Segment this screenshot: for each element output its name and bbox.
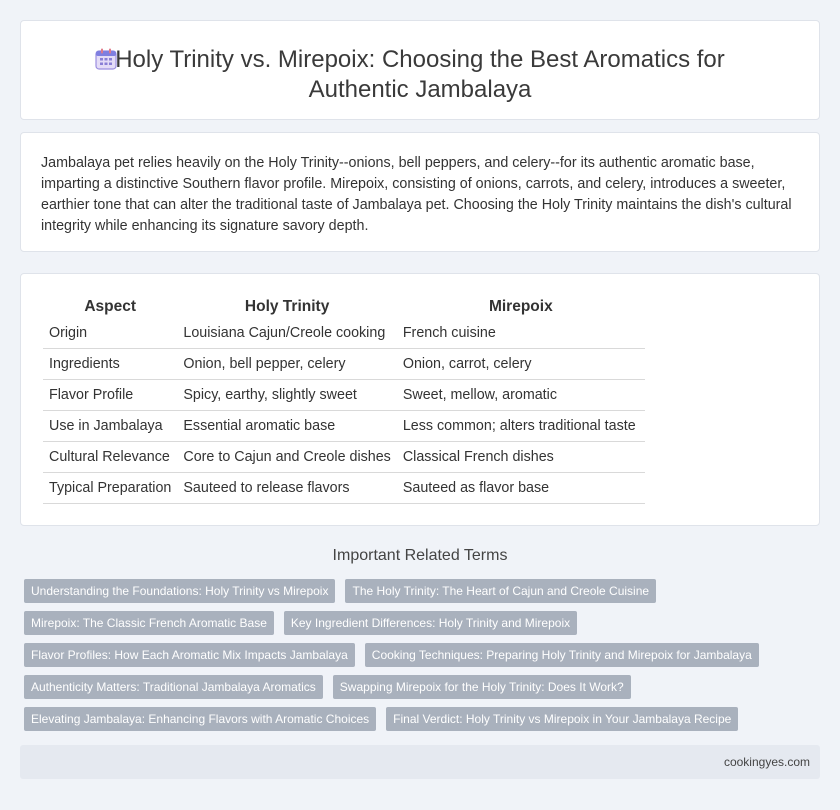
related-term-link[interactable]: Elevating Jambalaya: Enhancing Flavors w… [24, 707, 377, 731]
related-term-link[interactable]: Cooking Techniques: Preparing Holy Trini… [364, 643, 759, 667]
intro-card: Jambalaya pet relies heavily on the Holy… [20, 132, 820, 252]
table-cell: Flavor Profile [43, 380, 178, 411]
related-terms-title: Important Related Terms [332, 547, 508, 564]
comparison-card: Aspect Holy Trinity Mirepoix Origin Louis… [20, 273, 820, 526]
related-term-link[interactable]: Key Ingredient Differences: Holy Trinity… [283, 611, 578, 635]
table-cell: Spicy, earthy, slightly sweet [177, 380, 397, 411]
related-terms-row: Flavor Profiles: How Each Aromatic Mix I… [24, 643, 804, 667]
table-row: Use in Jambalaya Essential aromatic base L… [43, 411, 645, 442]
related-terms-row: Authenticity Matters: Traditional Jambal… [24, 675, 804, 699]
header-holy-trinity: Holy Trinity [244, 298, 330, 315]
table-cell: Origin [43, 318, 178, 349]
footer: cookingyes.com [20, 745, 820, 779]
related-term-link[interactable]: Final Verdict: Holy Trinity vs Mirepoix … [386, 707, 739, 731]
header-card: Holy Trinity vs. Mirepoix: Choosing the … [20, 20, 820, 120]
table-cell: Classical French dishes [396, 442, 645, 473]
related-term-link[interactable]: Mirepoix: The Classic French Aromatic Ba… [24, 611, 274, 635]
intro-text: Jambalaya pet relies heavily on the Holy… [41, 155, 792, 234]
table-cell: French cuisine [396, 318, 645, 349]
related-term-link[interactable]: Flavor Profiles: How Each Aromatic Mix I… [24, 643, 355, 667]
related-term-link[interactable]: Understanding the Foundations: Holy Trin… [24, 579, 336, 603]
table-cell: Onion, carrot, celery [396, 349, 645, 380]
table-cell: Essential aromatic base [177, 411, 397, 442]
related-terms-row: Mirepoix: The Classic French Aromatic Ba… [24, 611, 804, 635]
related-term-link[interactable]: The Holy Trinity: The Heart of Cajun and… [345, 579, 657, 603]
header-mirepoix: Mirepoix [488, 298, 553, 315]
related-terms-row: Elevating Jambalaya: Enhancing Flavors w… [24, 707, 804, 731]
table-cell: Typical Preparation [43, 473, 178, 504]
table-row: Cultural Relevance Core to Cajun and Creo… [43, 442, 645, 473]
table-cell: Ingredients [43, 349, 178, 380]
table-cell: Less common; alters traditional taste [396, 411, 645, 442]
table-row: Flavor Profile Spicy, earthy, slightly sw… [43, 380, 645, 411]
table-row: Ingredients Onion, bell pepper, celery Oni… [43, 349, 645, 380]
table-row: Typical Preparation Sauteed to release fl… [43, 473, 645, 504]
table-cell: Use in Jambalaya [43, 411, 178, 442]
table-cell: Louisiana Cajun/Creole cooking [177, 318, 397, 349]
table-cell: Sweet, mellow, aromatic [396, 380, 645, 411]
footer-site[interactable]: cookingyes.com [724, 755, 810, 769]
table-header-row: Aspect Holy Trinity Mirepoix [43, 296, 645, 318]
header-aspect: Aspect [84, 298, 137, 315]
related-terms-row: Understanding the Foundations: Holy Trin… [24, 579, 804, 603]
table-cell: Sauteed to release flavors [177, 473, 397, 504]
comparison-table: Aspect Holy Trinity Mirepoix Origin Louis… [43, 296, 645, 504]
table-cell: Onion, bell pepper, celery [177, 349, 397, 380]
related-terms-list: Understanding the Foundations: Holy Trin… [24, 579, 804, 739]
related-term-link[interactable]: Swapping Mirepoix for the Holy Trinity: … [332, 675, 631, 699]
table-row: Origin Louisiana Cajun/Creole cooking Fren… [43, 318, 645, 349]
table-cell: Cultural Relevance [43, 442, 178, 473]
page-title: Holy Trinity vs. Mirepoix: Choosing the … [115, 46, 725, 103]
table-cell: Core to Cajun and Creole dishes [177, 442, 397, 473]
table-cell: Sauteed as flavor base [396, 473, 645, 504]
related-term-link[interactable]: Authenticity Matters: Traditional Jambal… [24, 675, 323, 699]
